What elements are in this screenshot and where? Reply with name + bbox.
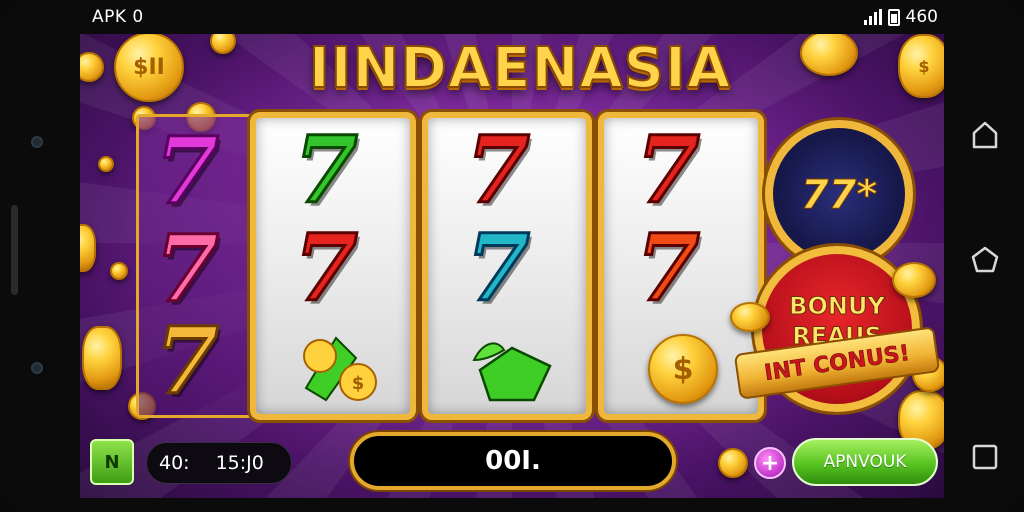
coin-label: $ [672,351,694,387]
sensor-dot-icon [31,362,43,374]
camera-dot-icon [31,136,43,148]
status-right: 460 [863,7,938,27]
reel-symbol-seven: 7 [464,214,531,322]
dollar-coin-icon: $ [648,334,718,404]
status-left-text: APK 0 [92,7,144,27]
approve-button[interactable]: APNVOUK [792,438,938,486]
reel-symbol-seven: 7 [153,215,220,323]
reel-symbol-seven: 7 [634,214,701,322]
recents-square-icon[interactable] [968,440,1002,474]
bonus-ribbon-text: INT CONUS! [762,340,912,386]
menu-button-label: N [104,451,120,473]
reel-symbol-seven: 7 [153,117,220,225]
reel-symbol-seven: 7 [292,214,359,322]
home-outline-icon[interactable] [968,118,1002,152]
side-button [11,205,18,295]
bonus-wheel-text: 77* [800,172,878,219]
battery-icon [887,8,900,26]
coin-icon: $II [114,34,184,102]
spin-button[interactable]: 00I. [350,432,676,490]
plus-label: + [760,450,780,476]
phone-frame: APK 0 460 $II $ IINDAENASIA 7 7 7 7 7 $ … [0,0,1024,512]
coin-label: $ [918,56,930,76]
reel-symbol-seven: 7 [292,116,359,224]
coin-stack-icon: $ [296,328,386,412]
coin-icon [82,326,122,390]
coin-icon [730,302,770,332]
spin-value: 00I. [485,446,541,476]
time-left: 40: [159,452,190,474]
reel-1: 7 7 $ [250,112,416,420]
coin-label: $II [133,54,165,80]
svg-text:$: $ [352,373,365,394]
menu-button[interactable]: N [90,439,134,485]
coin-icon [110,262,128,280]
reel-symbol-seven: 7 [634,116,701,224]
reel-2: 7 7 [422,112,592,420]
game-screen: $II $ IINDAENASIA 7 7 7 7 7 $ 7 7 7 7 $ … [80,34,944,498]
approve-label: APNVOUK [823,452,907,472]
status-bar: APK 0 460 [80,0,944,34]
bonus-line-1: BONUY [789,292,886,321]
green-gem-icon [464,330,560,412]
timer-display: 40: 15:J0 [146,442,292,484]
signal-icon [863,9,882,25]
system-nav-bar [946,0,1024,512]
coin-icon [98,156,114,172]
bonus-badge[interactable]: BONUY REAUS INT CONUS! [730,232,942,422]
game-title: IINDAENASIA [308,35,732,102]
reel-symbol-seven: 7 [153,307,220,415]
coin-icon: $ [898,34,944,98]
add-bet-button[interactable]: + [754,447,786,479]
time-right: 15:J0 [215,452,264,474]
bet-coin-icon[interactable] [718,448,748,478]
left-reel-column: 7 7 7 [136,114,254,418]
coin-icon [892,262,936,298]
status-right-text: 460 [905,7,938,27]
home-icon[interactable] [968,242,1002,276]
reel-symbol-seven: 7 [464,116,531,224]
